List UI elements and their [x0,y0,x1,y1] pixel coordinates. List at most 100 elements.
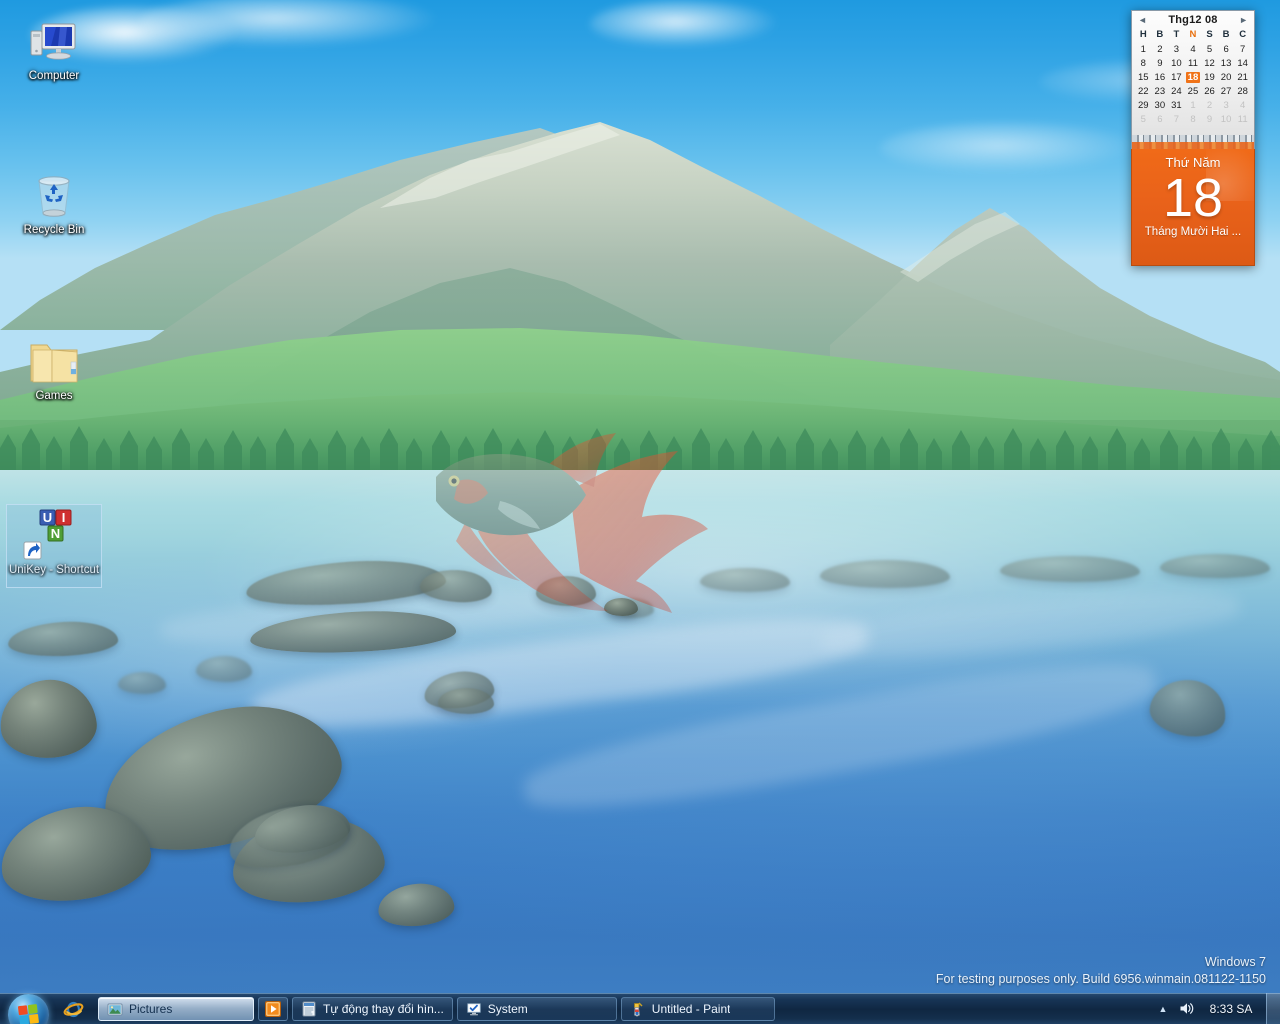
taskbar-task-buttons[interactable]: Pictures Tự động thay đổi hìn... System … [98,997,775,1021]
taskbar[interactable]: Pictures Tự động thay đổi hìn... System … [0,993,1280,1024]
calendar-day-cell[interactable]: 28 [1234,84,1251,98]
show-desktop-button[interactable] [1266,993,1280,1024]
calendar-day-cell[interactable]: 10 [1168,56,1185,70]
calendar-day-cell[interactable]: 9 [1201,112,1218,126]
windows-logo-icon [8,994,49,1024]
calendar-weekday-S: S [1206,29,1213,40]
svg-text:N: N [51,526,60,541]
calendar-day-cell[interactable]: 2 [1201,98,1218,112]
calendar-weekday-B: B [1156,29,1164,40]
desktop-icon-recycle-bin[interactable]: Recycle Bin [4,168,104,237]
calendar-prev-arrow-icon[interactable]: ◄ [1138,15,1147,25]
calendar-day-cell[interactable]: 5 [1135,112,1152,126]
calendar-day-cell[interactable]: 26 [1201,84,1218,98]
calendar-day-cell[interactable]: 19 [1201,70,1218,84]
calendar-day-cell[interactable]: 31 [1168,98,1185,112]
calendar-day-cell[interactable]: 20 [1218,70,1235,84]
calendar-day-cell[interactable]: 17 [1168,70,1185,84]
calendar-weekday-N: N [1189,29,1197,40]
desktop-icon-computer[interactable]: Computer [4,14,104,83]
calendar-week-row: 22 23 24 25 26 27 28 [1135,84,1251,98]
calendar-week-row: 5 6 7 8 9 10 11 [1135,112,1251,126]
computer-icon [4,14,104,66]
calendar-day-cell[interactable]: 2 [1152,42,1169,56]
calendar-day-cell[interactable]: 21 [1234,70,1251,84]
taskbar-item-word-document[interactable]: Tự động thay đổi hìn... [292,997,453,1021]
desktop-icon-games[interactable]: Games [4,334,104,403]
watermark-line-1: Windows 7 [1204,955,1266,969]
system-tray[interactable]: ▲ 8:33 SA [1152,993,1280,1024]
desktop-icon-label: Recycle Bin [23,224,85,236]
system-control-panel-icon [466,1001,482,1017]
calendar-grid[interactable]: HBTNSBC 1 2 3 4 5 6 7 8 9 10 11 12 13 14 15 16 17 18 19 20 2… [1135,28,1251,126]
taskbar-item-pictures[interactable]: Pictures [98,997,254,1021]
calendar-day-cell[interactable]: 4 [1234,98,1251,112]
calendar-day-cell[interactable]: 7 [1168,112,1185,126]
calendar-week-row: 15 16 17 18 19 20 21 [1135,70,1251,84]
calendar-next-arrow-icon[interactable]: ► [1239,15,1248,25]
pictures-folder-icon [107,1001,123,1017]
taskbar-item-label: Pictures [129,1002,173,1016]
calendar-week-row: 1234567 [1135,42,1251,56]
windows-watermark: Windows 7 For testing purposes only. Bui… [936,954,1266,988]
calendar-day-number: 18 [1162,168,1224,228]
calendar-weekday-H: H [1139,29,1147,40]
calendar-day-cell[interactable]: 11 [1234,112,1251,126]
taskbar-item-label: System [487,1002,528,1016]
taskbar-clock[interactable]: 8:33 SA [1198,1002,1264,1016]
calendar-day-cell[interactable]: 3 [1218,98,1235,112]
calendar-day-cell[interactable]: 9 [1152,56,1169,70]
calendar-header: ◄ Thg12 08 ► [1135,13,1251,28]
internet-explorer-icon[interactable] [62,998,84,1020]
calendar-day-cell[interactable]: 1 [1185,98,1202,112]
calendar-weekday-C: C [1239,29,1247,40]
desktop-wallpaper [0,0,1280,1024]
calendar-day-cell[interactable]: 10 [1218,112,1235,126]
calendar-day-cell[interactable]: 1 [1135,42,1152,56]
desktop[interactable]: Computer Recycle Bin Games U I N UniKey … [0,0,1280,1024]
calendar-day-cell[interactable]: 13 [1218,56,1235,70]
calendar-day-cell[interactable]: 7 [1234,42,1251,56]
start-button[interactable] [2,990,56,1024]
taskbar-item-label: Tự động thay đổi hìn... [323,1002,444,1016]
calendar-gadget[interactable]: ◄ Thg12 08 ► HBTNSBC 1 2 3 4 5 6 7 8 9 10 11 12 13 14… [1131,10,1255,266]
calendar-day-cell[interactable]: 12 [1201,56,1218,70]
calendar-day-cell[interactable]: 4 [1185,42,1202,56]
taskbar-item-paint[interactable]: Untitled - Paint [620,997,775,1021]
desktop-icon-unikey-shortcut[interactable]: U I N UniKey - Shortcut [4,504,104,588]
calendar-weekday-row: HBTNSBC [1135,28,1251,42]
calendar-weekday-T: T [1173,29,1180,40]
word-document-icon [301,1001,317,1017]
calendar-day-rows[interactable]: 1 2 3 4 5 6 7 8 9 10 11 12 13 14 15 16 17 18 19 20 21 22 23 24 2… [1135,42,1251,126]
svg-text:I: I [62,510,66,525]
wallpaper-haze [0,0,1280,1024]
calendar-day-cell[interactable]: 18 [1185,70,1202,84]
calendar-day-cell[interactable]: 8 [1185,112,1202,126]
quick-launch-bar[interactable] [62,998,84,1020]
media-player-icon [265,1001,281,1017]
calendar-day-cell[interactable]: 14 [1234,56,1251,70]
taskbar-item-media-player[interactable] [258,997,288,1021]
taskbar-item-system[interactable]: System [456,997,617,1021]
calendar-day-cell[interactable]: 29 [1135,98,1152,112]
calendar-day-cell[interactable]: 3 [1168,42,1185,56]
calendar-day-cell[interactable]: 27 [1218,84,1235,98]
speaker-icon[interactable] [1174,1000,1198,1017]
calendar-day-cell[interactable]: 22 [1135,84,1152,98]
calendar-day-cell[interactable]: 15 [1135,70,1152,84]
calendar-day-cell[interactable]: 24 [1168,84,1185,98]
folder-icon [4,334,104,386]
calendar-day-cell[interactable]: 16 [1152,70,1169,84]
calendar-day-cell[interactable]: 11 [1185,56,1202,70]
calendar-day-cell[interactable]: 25 [1185,84,1202,98]
show-hidden-icons-chevron-icon[interactable]: ▲ [1152,1004,1174,1014]
calendar-week-row: 29 30 31 1 2 3 4 [1135,98,1251,112]
calendar-day-cell[interactable]: 8 [1135,56,1152,70]
calendar-day-cell[interactable]: 6 [1152,112,1169,126]
calendar-day-cell[interactable]: 6 [1218,42,1235,56]
calendar-day-cell[interactable]: 30 [1152,98,1169,112]
calendar-day-cell[interactable]: 5 [1201,42,1218,56]
calendar-day-panel: Thứ Năm 18 Tháng Mười Hai ... [1131,149,1255,266]
paint-icon [630,1001,646,1017]
calendar-day-cell[interactable]: 23 [1152,84,1169,98]
